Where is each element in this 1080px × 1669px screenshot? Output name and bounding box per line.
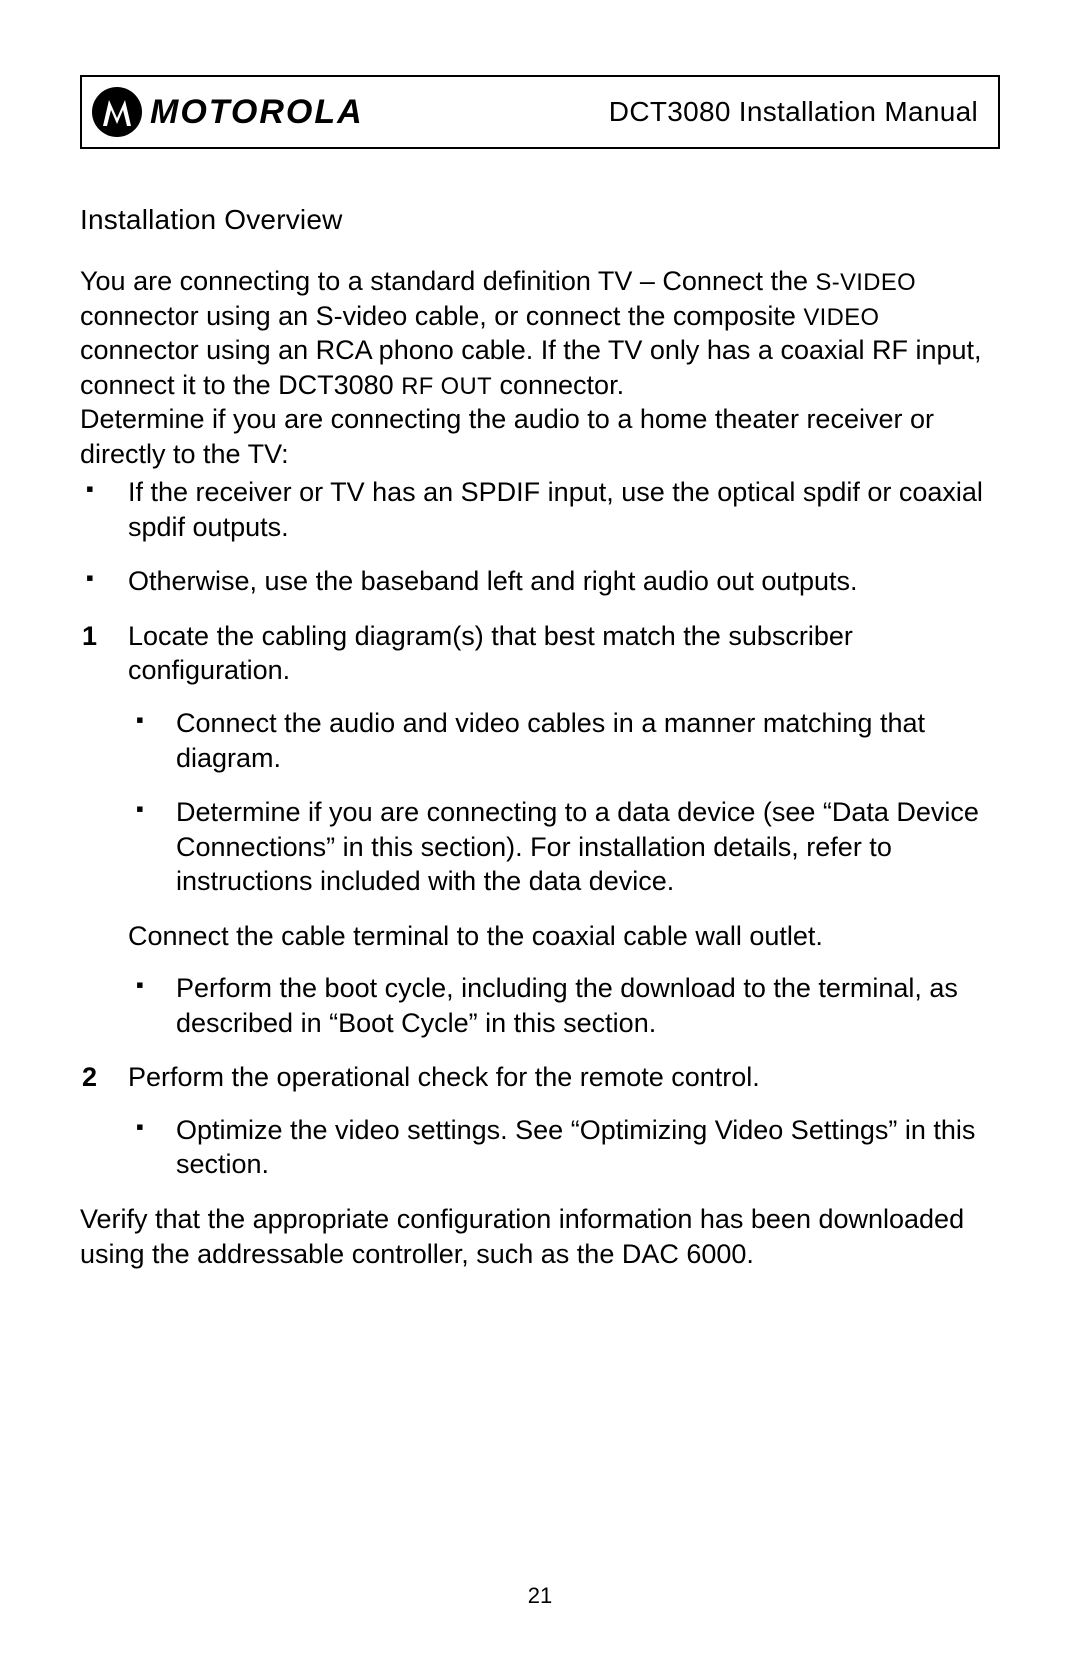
body-content: You are connecting to a standard definit… (80, 264, 1000, 1271)
numbered-text: Perform the operational check for the re… (128, 1062, 760, 1092)
final-paragraph: Verify that the appropriate configuratio… (80, 1202, 1000, 1271)
list-item: Optimize the video settings. See “Optimi… (128, 1113, 1000, 1182)
sub-bullet-list: Connect the audio and video cables in a … (128, 706, 1000, 899)
list-item: Otherwise, use the baseband left and rig… (80, 564, 1000, 599)
document-title: DCT3080 Installation Manual (609, 96, 978, 128)
text: connector. (492, 370, 624, 400)
top-bullet-list: If the receiver or TV has an SPDIF input… (80, 475, 1000, 599)
smallcaps-text: VIDEO (803, 304, 879, 331)
page-number: 21 (0, 1583, 1080, 1609)
intro-paragraph: You are connecting to a standard definit… (80, 264, 1000, 402)
motorola-logo-icon (92, 87, 142, 137)
text: connector using an S-video cable, or con… (80, 301, 803, 331)
sub-bullet-list-2: Perform the boot cycle, including the do… (128, 971, 1000, 1040)
text: You are connecting to a standard definit… (80, 266, 816, 296)
list-item: Perform the boot cycle, including the do… (128, 971, 1000, 1040)
number-label: 1 (82, 619, 97, 654)
section-heading: Installation Overview (80, 204, 1000, 236)
list-item: Connect the audio and video cables in a … (128, 706, 1000, 775)
inner-paragraph: Connect the cable terminal to the coaxia… (128, 919, 1000, 954)
list-item: If the receiver or TV has an SPDIF input… (80, 475, 1000, 544)
brand-text: MOTOROLA (150, 93, 364, 132)
smallcaps-text: RF OUT (401, 373, 492, 400)
numbered-item-1: 1 Locate the cabling diagram(s) that bes… (80, 619, 1000, 1040)
smallcaps-text: S-VIDEO (816, 269, 916, 296)
numbered-text: Locate the cabling diagram(s) that best … (128, 621, 853, 686)
audio-intro-paragraph: Determine if you are connecting the audi… (80, 402, 1000, 471)
numbered-list: 1 Locate the cabling diagram(s) that bes… (80, 619, 1000, 1182)
list-item: Determine if you are connecting to a dat… (128, 795, 1000, 899)
brand-logo-wrap: MOTOROLA (92, 87, 364, 137)
number-label: 2 (82, 1060, 97, 1095)
sub-bullet-list: Optimize the video settings. See “Optimi… (128, 1113, 1000, 1182)
numbered-item-2: 2 Perform the operational check for the … (80, 1060, 1000, 1182)
header-box: MOTOROLA DCT3080 Installation Manual (80, 75, 1000, 149)
